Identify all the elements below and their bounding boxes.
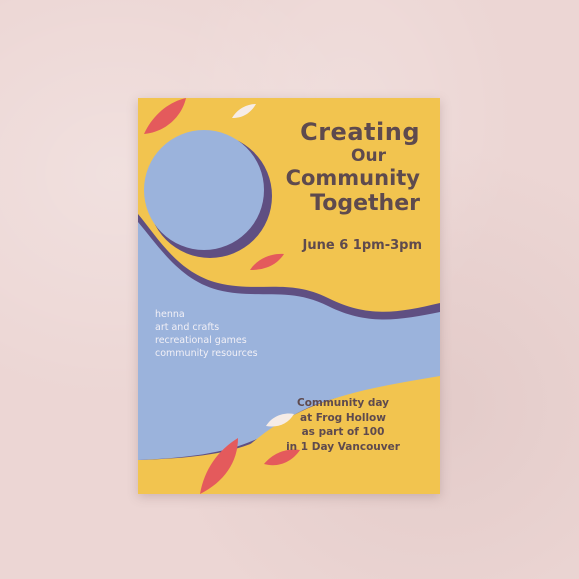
activity-list: henna art and crafts recreational games … (155, 308, 258, 360)
info-line: in 1 Day Vancouver (286, 440, 400, 453)
info-line: as part of 100 (301, 426, 385, 438)
title-line-4: Together (310, 191, 420, 216)
info-line: at Frog Hollow (300, 411, 386, 424)
title-line-3: Community (285, 166, 420, 190)
title-line-2: Our (351, 146, 386, 166)
poster-title: Creating Our Community Together (220, 120, 420, 215)
event-poster: Creating Our Community Together June 6 1… (138, 98, 440, 494)
info-line: Community day (297, 397, 389, 409)
activity-item: henna (155, 309, 185, 320)
event-date-time: June 6 1pm-3pm (302, 238, 422, 253)
activity-item: community resources (155, 348, 258, 359)
title-line-1: Creating (300, 118, 420, 146)
activity-item: art and crafts (155, 322, 220, 333)
event-info: Community day at Frog Hollow as part of … (268, 396, 418, 454)
activity-item: recreational games (155, 335, 247, 346)
